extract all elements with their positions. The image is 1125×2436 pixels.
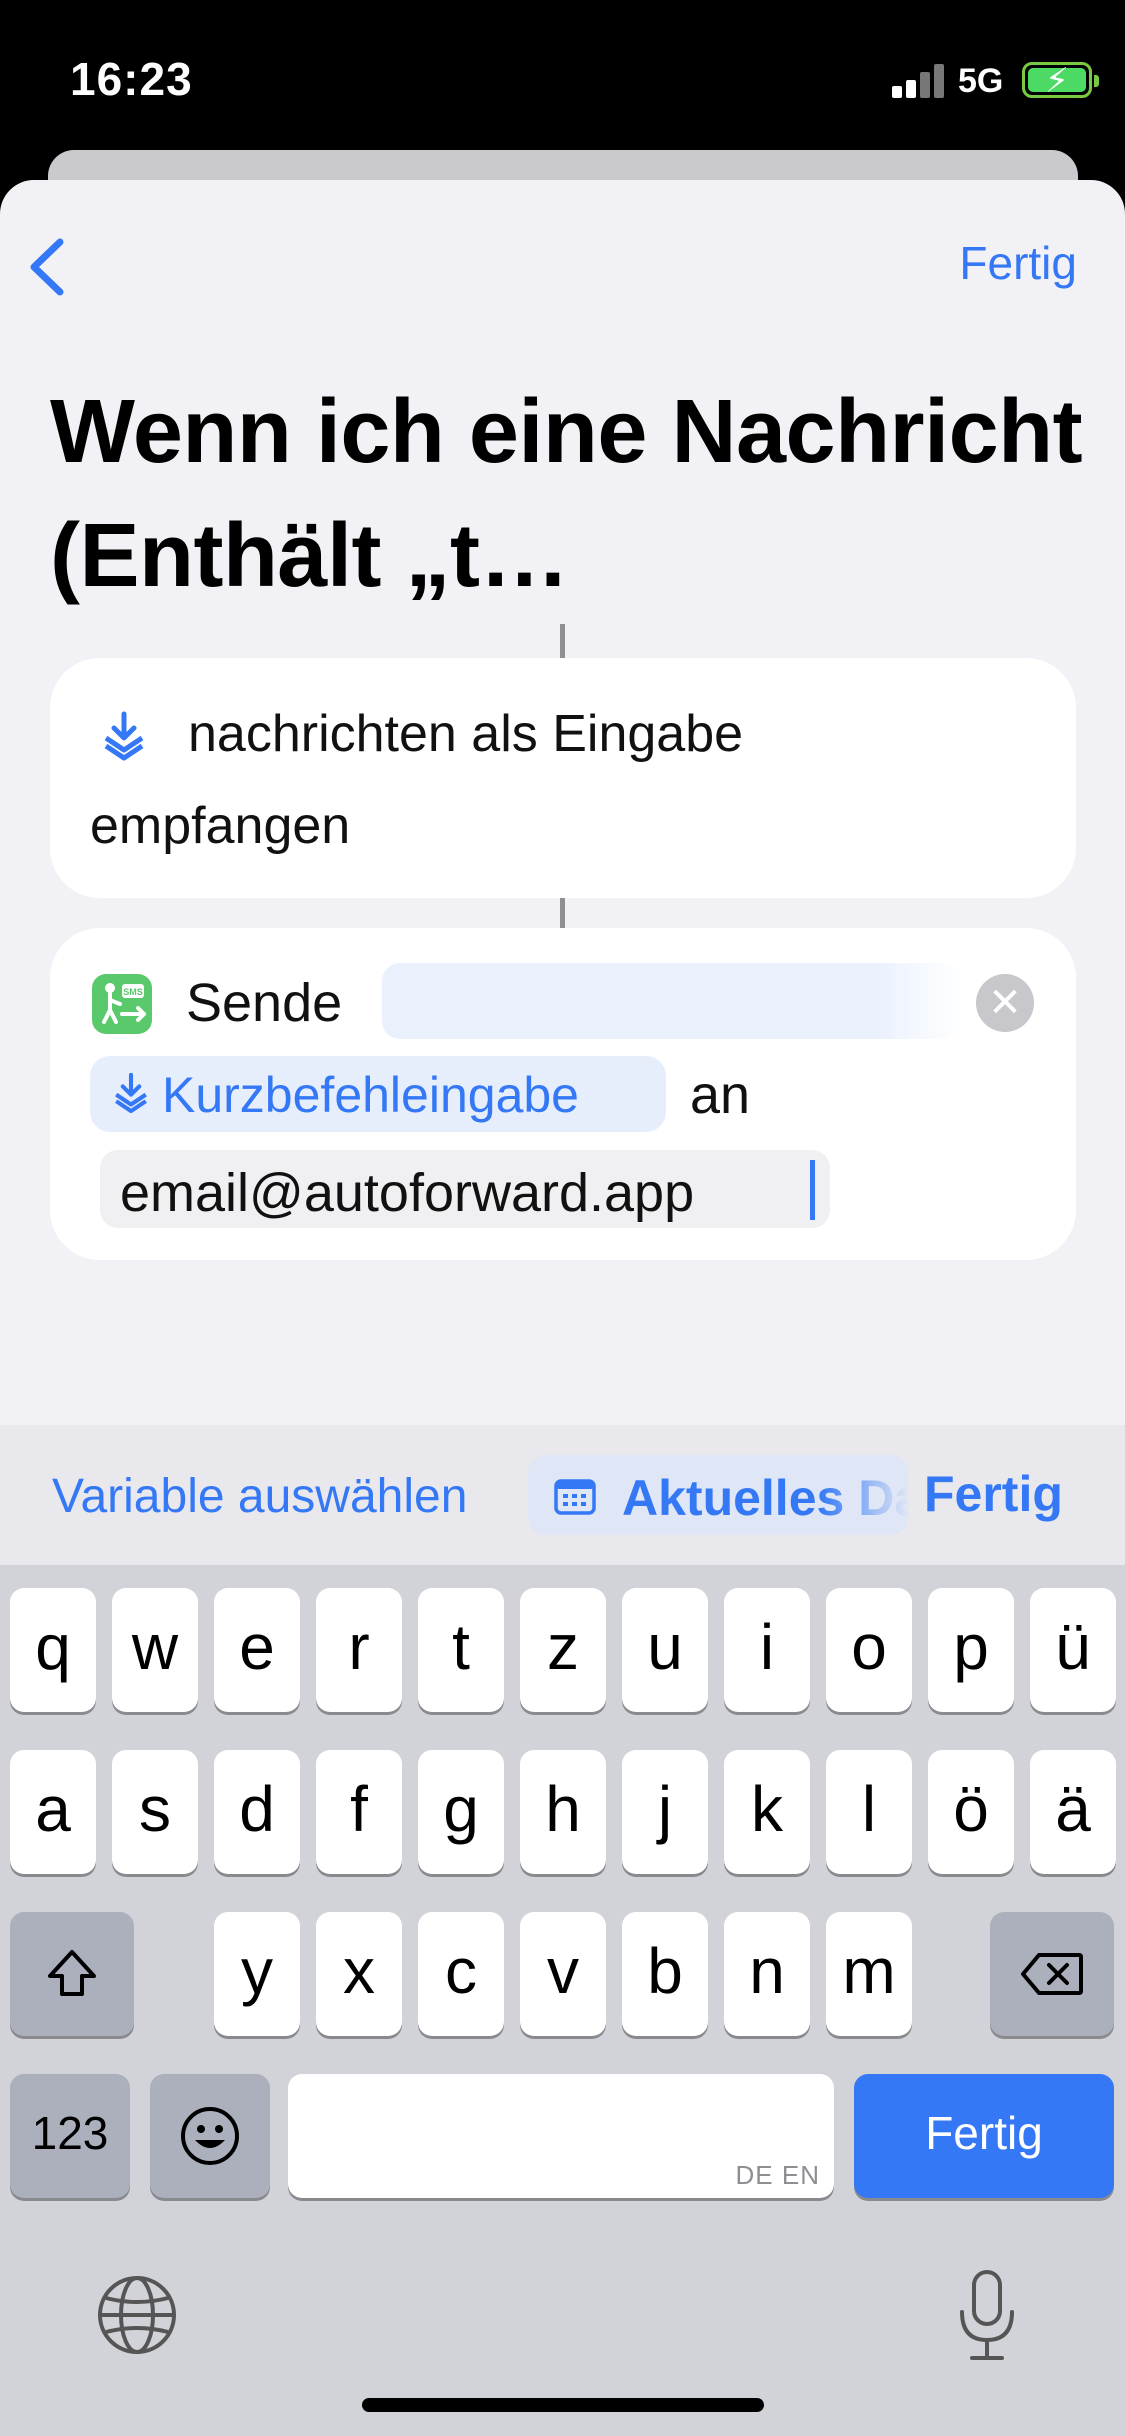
status-time: 16:23 — [70, 53, 193, 105]
page-title: Wenn ich eine Nachricht (Enthält „t… — [50, 382, 1083, 606]
variable-token-label: Kurzbefehleingabe — [162, 1067, 579, 1123]
key-m[interactable]: m — [826, 1912, 912, 2036]
trigger-action-card[interactable]: nachrichten als Eingabe empfangen — [50, 658, 1076, 898]
variable-token-shortcut-input[interactable]: Kurzbefehleingabe — [90, 1056, 666, 1132]
key-c[interactable]: c — [418, 1912, 504, 2036]
done-button-top[interactable]: Fertig — [959, 236, 1077, 290]
key-x[interactable]: x — [316, 1912, 402, 2036]
key-y[interactable]: y — [214, 1912, 300, 2036]
delete-icon — [1021, 1953, 1083, 1995]
key-d[interactable]: d — [214, 1750, 300, 1874]
recipient-text: email@autoforward.app — [120, 1163, 695, 1223]
key-v[interactable]: v — [520, 1912, 606, 2036]
key-f[interactable]: f — [316, 1750, 402, 1874]
sms-forward-icon: SMS — [92, 974, 152, 1034]
trigger-text-line2: empfangen — [90, 797, 351, 855]
battery-charging-icon: ⚡ — [1022, 62, 1099, 100]
current-date-variable-chip[interactable]: Aktuelles Datum — [528, 1455, 908, 1535]
key-w[interactable]: w — [112, 1588, 198, 1712]
key-ä[interactable]: ä — [1030, 1750, 1116, 1874]
key-s[interactable]: s — [112, 1750, 198, 1874]
numbers-key[interactable]: 123 — [10, 2074, 130, 2198]
key-h[interactable]: h — [520, 1750, 606, 1874]
key-n[interactable]: n — [724, 1912, 810, 2036]
key-i[interactable]: i — [724, 1588, 810, 1712]
choose-variable-button[interactable]: Variable auswählen — [52, 1469, 467, 1524]
shift-key[interactable] — [10, 1912, 134, 2036]
key-a[interactable]: a — [10, 1750, 96, 1874]
flow-connector — [560, 896, 565, 928]
status-bar: 16:23 5G ⚡ — [0, 0, 1125, 150]
key-o[interactable]: o — [826, 1588, 912, 1712]
clear-field-button[interactable]: ✕ — [976, 974, 1034, 1032]
key-q[interactable]: q — [10, 1588, 96, 1712]
emoji-icon — [181, 2107, 239, 2165]
shortcut-input-icon — [104, 711, 144, 761]
key-r[interactable]: r — [316, 1588, 402, 1712]
key-b[interactable]: b — [622, 1912, 708, 2036]
flow-connector — [560, 624, 565, 658]
key-j[interactable]: j — [622, 1750, 708, 1874]
back-button[interactable] — [22, 232, 82, 302]
toolbar-done-button[interactable]: Fertig — [924, 1465, 1063, 1523]
to-label: an — [690, 1065, 751, 1125]
language-hint: DE EN — [735, 2160, 820, 2190]
signal-icon — [892, 64, 944, 98]
key-p[interactable]: p — [928, 1588, 1014, 1712]
return-done-key[interactable]: Fertig — [854, 2074, 1114, 2198]
shortcut-input-icon — [115, 1072, 147, 1114]
calendar-icon — [554, 1479, 596, 1515]
microphone-icon[interactable] — [956, 2268, 1018, 2364]
space-key[interactable]: DE EN — [288, 2074, 834, 2198]
send-message-action-card[interactable]: SMS Sende ✕ Kurzbefehleingabe an email@a… — [50, 928, 1076, 1260]
backspace-key[interactable] — [990, 1912, 1114, 2036]
key-k[interactable]: k — [724, 1750, 810, 1874]
key-e[interactable]: e — [214, 1588, 300, 1712]
shift-icon — [48, 1950, 96, 1996]
chevron-left-icon — [30, 238, 64, 296]
network-type: 5G — [958, 62, 1004, 100]
recipient-field[interactable]: email@autoforward.app — [100, 1150, 830, 1228]
key-ö[interactable]: ö — [928, 1750, 1014, 1874]
globe-icon[interactable] — [94, 2272, 180, 2358]
key-g[interactable]: g — [418, 1750, 504, 1874]
emoji-key[interactable] — [150, 2074, 270, 2198]
key-u[interactable]: u — [622, 1588, 708, 1712]
key-ü[interactable]: ü — [1030, 1588, 1116, 1712]
trigger-text-line1: nachrichten als Eingabe — [188, 705, 744, 763]
key-t[interactable]: t — [418, 1588, 504, 1712]
message-content-field[interactable] — [382, 963, 962, 1039]
home-indicator — [362, 2398, 764, 2412]
variable-toolbar: Variable auswählen Aktuelles Datum Ferti… — [0, 1425, 1125, 1565]
key-l[interactable]: l — [826, 1750, 912, 1874]
send-label: Sende — [186, 973, 343, 1033]
key-z[interactable]: z — [520, 1588, 606, 1712]
svg-text:SMS: SMS — [123, 987, 143, 997]
close-icon: ✕ — [988, 981, 1022, 1025]
text-caret — [810, 1160, 815, 1220]
